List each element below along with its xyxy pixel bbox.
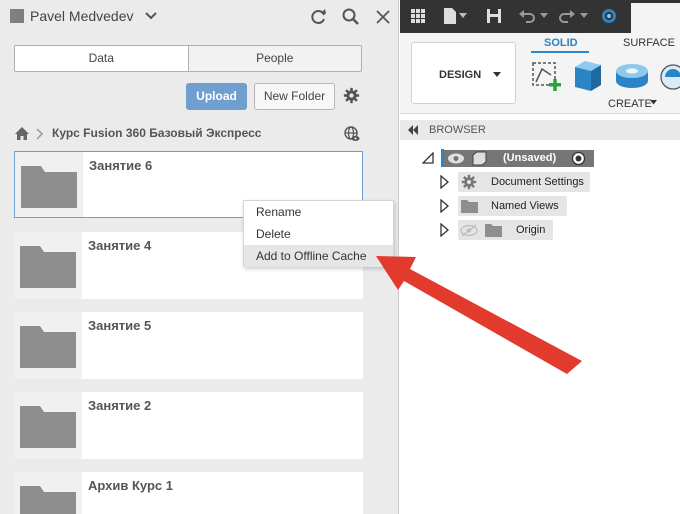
- eye-icon[interactable]: [447, 152, 465, 165]
- expand-triangle-icon[interactable]: [440, 175, 449, 189]
- folder-thumbnail: [14, 392, 82, 459]
- tab-solid[interactable]: SOLID: [544, 37, 578, 49]
- undo-icon[interactable]: [517, 6, 537, 26]
- expand-triangle-icon[interactable]: [440, 223, 449, 237]
- folder-thumbnail: [14, 312, 82, 379]
- browser-node-label: Document Settings: [491, 176, 584, 188]
- sweep-icon[interactable]: [659, 63, 680, 91]
- component-icon: [472, 151, 487, 166]
- breadcrumb: Курс Fusion 360 Базовый Экспресс: [14, 126, 384, 142]
- refresh-icon[interactable]: [309, 7, 329, 27]
- revolve-icon[interactable]: [614, 59, 650, 93]
- caret-down-icon: [493, 72, 501, 77]
- chevron-down-icon[interactable]: [539, 12, 549, 20]
- save-icon[interactable]: [484, 6, 504, 26]
- close-icon[interactable]: [373, 7, 393, 27]
- folder-icon: [21, 166, 77, 208]
- context-menu-delete[interactable]: Delete: [244, 223, 393, 245]
- project-title[interactable]: Курс Fusion 360 Базовый Экспресс: [52, 126, 261, 140]
- folder-card[interactable]: Занятие 5: [14, 312, 363, 379]
- folder-name: Архив Курс 1: [88, 478, 173, 493]
- browser-node-named-views[interactable]: Named Views: [458, 196, 567, 216]
- fusion-logo-icon[interactable]: [599, 6, 619, 26]
- upload-button[interactable]: Upload: [186, 83, 247, 110]
- search-icon[interactable]: [341, 7, 361, 27]
- context-menu-add-offline-cache[interactable]: Add to Offline Cache: [244, 245, 393, 267]
- tab-surface[interactable]: SURFACE: [623, 37, 675, 49]
- file-icon[interactable]: [440, 6, 460, 26]
- chevron-down-icon[interactable]: [579, 12, 589, 20]
- caret-down-icon[interactable]: [650, 100, 657, 105]
- workspace-switcher[interactable]: DESIGN: [411, 42, 516, 104]
- context-menu: Rename Delete Add to Offline Cache: [243, 200, 394, 267]
- root-node-label: (Unsaved): [503, 152, 557, 164]
- folder-icon: [20, 406, 76, 448]
- create-menu-label[interactable]: CREATE: [608, 98, 652, 110]
- activate-radio-icon[interactable]: [571, 151, 586, 166]
- tab-data[interactable]: Data: [15, 46, 188, 71]
- expand-triangle-icon[interactable]: [440, 199, 449, 213]
- chevron-down-icon[interactable]: [145, 11, 157, 21]
- folder-card[interactable]: Архив Курс 1: [14, 472, 363, 514]
- folder-thumbnail: [14, 232, 82, 299]
- ribbon: DESIGN SOLID SURFACE CREATE: [400, 33, 680, 114]
- folder-name: Занятие 5: [88, 318, 152, 333]
- folder-name: Занятие 6: [89, 158, 153, 173]
- data-panel-header: Pavel Medvedev: [0, 0, 399, 33]
- chevron-down-icon[interactable]: [458, 12, 468, 20]
- folder-thumbnail: [15, 152, 83, 217]
- data-people-tabs: Data People: [14, 45, 362, 72]
- folder-thumbnail: [14, 472, 82, 514]
- new-folder-button[interactable]: New Folder: [254, 83, 335, 110]
- gear-icon: [461, 174, 477, 190]
- folder-icon: [485, 224, 502, 237]
- chevron-right-icon: [36, 128, 44, 140]
- folder-icon: [20, 326, 76, 368]
- hidden-eye-icon[interactable]: [460, 224, 478, 237]
- folder-card[interactable]: Занятие 2: [14, 392, 363, 459]
- user-name[interactable]: Pavel Medvedev: [30, 8, 134, 24]
- browser-panel: BROWSER (Unsaved) Document Settings Name…: [400, 114, 680, 514]
- collapse-panel-icon[interactable]: [9, 8, 25, 24]
- folder-icon: [461, 200, 478, 213]
- tab-people[interactable]: People: [187, 46, 361, 71]
- folder-icon: [20, 486, 76, 514]
- browser-node-label: Origin: [516, 224, 546, 236]
- browser-node-label: Named Views: [491, 200, 559, 212]
- workspace-label: DESIGN: [439, 69, 482, 81]
- folder-name: Занятие 2: [88, 398, 152, 413]
- document-tab[interactable]: [631, 3, 680, 33]
- gear-icon[interactable]: [343, 87, 360, 104]
- browser-node-origin[interactable]: Origin: [458, 220, 553, 240]
- redo-icon[interactable]: [557, 6, 577, 26]
- browser-node-document-settings[interactable]: Document Settings: [458, 172, 590, 192]
- data-panel: Pavel Medvedev Data People Upload New Fo…: [0, 0, 399, 514]
- browser-title: BROWSER: [429, 124, 486, 136]
- browser-header: BROWSER: [400, 120, 680, 140]
- grid-icon[interactable]: [408, 6, 428, 26]
- folder-icon: [20, 246, 76, 288]
- home-icon[interactable]: [14, 126, 30, 141]
- expanded-triangle-icon[interactable]: [422, 152, 434, 164]
- globe-visibility-icon[interactable]: [344, 126, 360, 142]
- collapse-browser-icon[interactable]: [407, 125, 419, 135]
- extrude-icon[interactable]: [571, 57, 605, 93]
- folder-name: Занятие 4: [88, 238, 152, 253]
- context-menu-rename[interactable]: Rename: [244, 201, 393, 223]
- active-tab-underline: [531, 51, 589, 53]
- create-sketch-icon[interactable]: [529, 59, 565, 95]
